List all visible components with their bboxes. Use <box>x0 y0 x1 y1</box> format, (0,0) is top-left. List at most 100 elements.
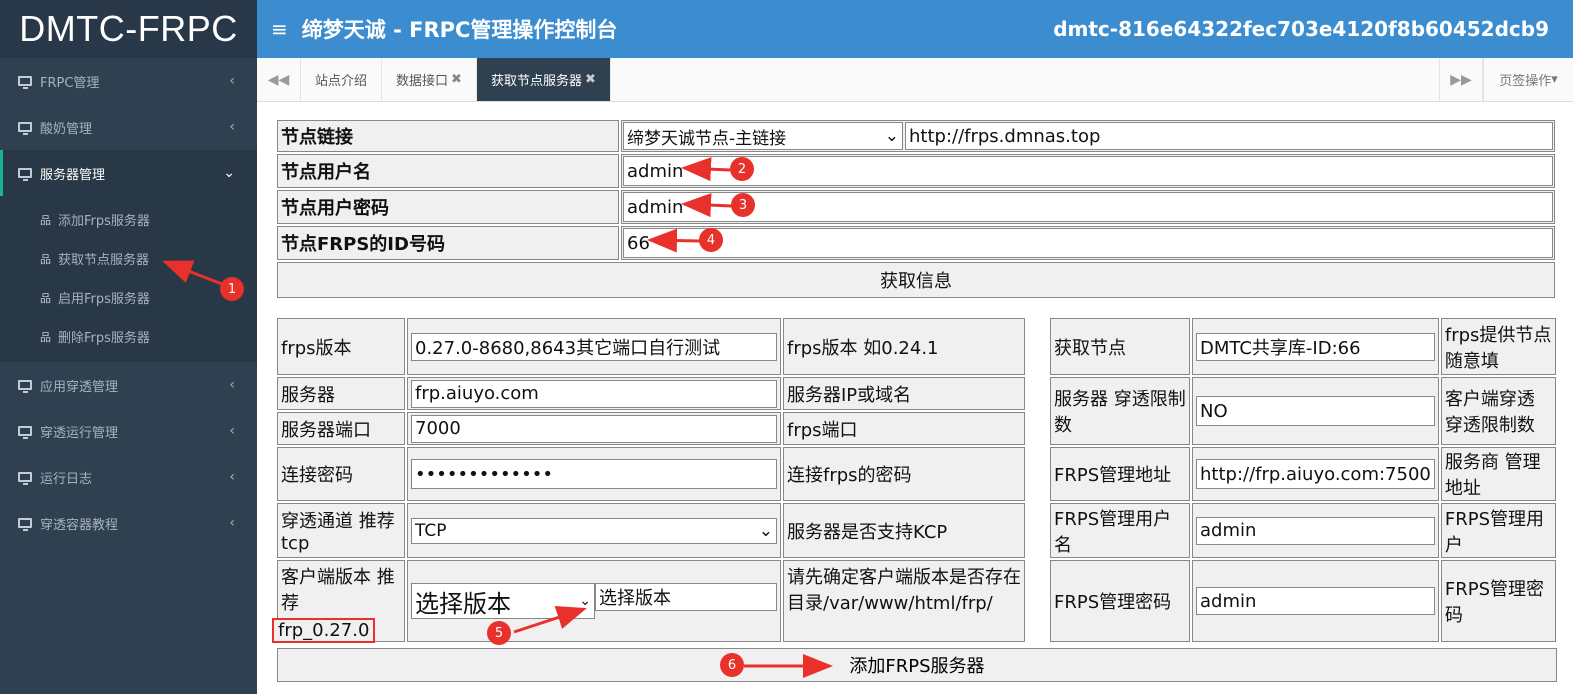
limit-input[interactable]: NO <box>1196 396 1435 426</box>
tab-operations-dropdown[interactable]: 页签操作 ▾ <box>1483 58 1573 101</box>
annotation-badge-6: 6 <box>720 653 744 677</box>
conn-pwd-label: 连接密码 <box>277 447 405 501</box>
tab-get-node-server[interactable]: 获取节点服务器 ✖ <box>476 58 611 101</box>
admin-url-label: FRPS管理地址 <box>1050 447 1190 501</box>
admin-user-input[interactable]: admin <box>1196 516 1435 545</box>
hamburger-menu-icon[interactable]: ≡ <box>271 17 288 41</box>
server-port-label: 服务器端口 <box>277 412 405 445</box>
admin-pwd-label: FRPS管理密码 <box>1050 560 1190 642</box>
fetch-info-button[interactable]: 获取信息 <box>277 262 1555 298</box>
chevron-left-icon: ‹ <box>229 423 235 439</box>
tab-scroll-right-icon[interactable]: ▶▶ <box>1439 58 1483 101</box>
monitor-icon <box>18 472 32 485</box>
node-pass-input[interactable]: admin <box>623 192 1553 222</box>
sidebar-item-label: 运行日志 <box>40 471 93 487</box>
node-fetch-input[interactable]: DMTC共享库-ID:66 <box>1196 332 1435 361</box>
proto-hint: 服务器是否支持KCP <box>783 503 1025 558</box>
monitor-icon <box>18 518 32 531</box>
chevron-left-icon: ‹ <box>229 515 235 531</box>
admin-pwd-input[interactable]: admin <box>1196 587 1435 615</box>
frps-version-hint: frps版本 如0.24.1 <box>783 318 1025 375</box>
node-fetch-label: 获取节点 <box>1050 318 1190 375</box>
host-id: dmtc-816e64322fec703e4120f8b60452dcb9 <box>1053 17 1549 41</box>
sidebar-subitem-enable-frps[interactable]: 品 启用Frps服务器 <box>0 278 257 317</box>
sidebar-item-yogurt[interactable]: 酸奶管理 ‹ <box>0 104 257 150</box>
sidebar-item-tunnel-run[interactable]: 穿透运行管理 ‹ <box>0 408 257 454</box>
sitemap-icon: 品 <box>40 330 51 344</box>
admin-pwd-hint: FRPS管理密码 <box>1440 560 1556 642</box>
add-frps-button[interactable]: 添加FRPS服务器 <box>277 648 1557 682</box>
sitemap-icon: 品 <box>40 291 51 305</box>
page-title: 缔梦天诚 - FRPC管理操作控制台 <box>301 18 618 42</box>
sidebar-item-label: 酸奶管理 <box>40 121 93 137</box>
annotation-badge-2: 2 <box>730 157 754 181</box>
sidebar-subitem-label: 删除Frps服务器 <box>58 331 150 346</box>
sidebar-subitem-label: 添加Frps服务器 <box>58 214 150 229</box>
server-port-input[interactable]: 7000 <box>411 414 777 443</box>
sidebar-item-container-tutorial[interactable]: 穿透容器教程 ‹ <box>0 500 257 546</box>
sidebar-item-server[interactable]: 服务器管理 ⌄ <box>0 150 257 196</box>
monitor-icon <box>18 76 32 89</box>
server-config-table: frps版本 0.27.0-8680,8643其它端口自行测试 frps版本 如… <box>272 316 1027 644</box>
sidebar-item-label: 应用穿透管理 <box>40 379 119 395</box>
server-hint: 服务器IP或域名 <box>783 377 1025 410</box>
sitemap-icon: 品 <box>40 213 51 227</box>
sitemap-icon: 品 <box>40 252 51 266</box>
admin-user-hint: FRPS管理用户 <box>1440 503 1556 558</box>
tab-bar: ◀◀ 站点介绍 数据接口 ✖ 获取节点服务器 ✖ ▶▶ 页签操作 ▾ <box>257 58 1573 102</box>
admin-url-hint: 服务商 管理地址 <box>1440 447 1556 501</box>
annotation-badge-1: 1 <box>220 277 244 301</box>
sidebar-subitem-label: 启用Frps服务器 <box>58 292 150 307</box>
proto-label: 穿透通道 推荐tcp <box>277 503 405 558</box>
server-label: 服务器 <box>277 377 405 410</box>
sidebar-subitem-add-frps[interactable]: 品 添加Frps服务器 <box>0 200 257 239</box>
proto-select[interactable]: TCP ⌄ <box>411 517 777 544</box>
client-version-recommend: frp_0.27.0 <box>272 618 376 643</box>
node-id-input[interactable]: 66 <box>623 228 1553 258</box>
sidebar-submenu: 品 添加Frps服务器 品 获取节点服务器 品 启用Frps服务器 品 删除Fr… <box>0 196 257 362</box>
node-user-label: 节点用户名 <box>277 154 619 188</box>
tab-label: 数据接口 <box>396 74 449 89</box>
admin-config-table: 获取节点 DMTC共享库-ID:66 frps提供节点 随意填 服务器 穿透限制… <box>1048 316 1558 644</box>
conn-pwd-input[interactable]: ••••••••••••• <box>411 459 777 489</box>
chevron-down-icon: ⌄ <box>884 126 899 146</box>
admin-url-input[interactable]: http://frp.aiuyo.com:7500 <box>1196 459 1435 489</box>
sidebar-subitem-get-node[interactable]: 品 获取节点服务器 <box>0 239 257 278</box>
annotation-badge-5: 5 <box>487 621 511 645</box>
tab-label: 获取节点服务器 <box>490 74 582 89</box>
node-link-select[interactable]: 缔梦天诚节点-主链接 ⌄ <box>623 122 903 150</box>
admin-user-label: FRPS管理用户名 <box>1050 503 1190 558</box>
client-version-select[interactable]: 选择版本 ⌄ <box>411 583 595 619</box>
close-icon[interactable]: ✖ <box>451 72 462 87</box>
annotation-badge-4: 4 <box>699 228 723 252</box>
node-link-label: 节点链接 <box>277 120 619 152</box>
chevron-down-icon: ⌄ <box>579 593 591 609</box>
sidebar-item-run-log[interactable]: 运行日志 ‹ <box>0 454 257 500</box>
node-link-url-input[interactable]: http://frps.dmnas.top <box>905 122 1553 150</box>
server-input[interactable]: frp.aiuyo.com <box>411 379 777 408</box>
sidebar-nav: FRPC管理 ‹ 酸奶管理 ‹ 服务器管理 ⌄ 品 添加Frps服务器 品 获取… <box>0 58 257 546</box>
tab-site-intro[interactable]: 站点介绍 <box>301 58 383 101</box>
node-id-label: 节点FRPS的ID号码 <box>277 226 619 260</box>
client-version-hint: 请先确定客户端版本是否存在 目录/var/www/html/frp/ <box>783 560 1025 642</box>
chevron-down-icon: ⌄ <box>758 520 773 541</box>
annotation-badge-3: 3 <box>731 193 755 217</box>
server-port-hint: frps端口 <box>783 412 1025 445</box>
sidebar: DMTC-FRPC FRPC管理 ‹ 酸奶管理 ‹ 服务器管理 ⌄ 品 添加Fr… <box>0 0 257 694</box>
client-version-input[interactable]: 选择版本 <box>595 583 777 611</box>
chevron-left-icon: ‹ <box>229 119 235 135</box>
limit-hint: 客户端穿透 穿透限制数 <box>1440 377 1556 445</box>
frps-version-input[interactable]: 0.27.0-8680,8643其它端口自行测试 <box>411 332 777 361</box>
close-icon[interactable]: ✖ <box>585 72 596 87</box>
sidebar-item-app-tunnel[interactable]: 应用穿透管理 ‹ <box>0 362 257 408</box>
sidebar-item-label: FRPC管理 <box>40 75 100 91</box>
tab-ops-label: 页签操作 <box>1499 74 1552 89</box>
tab-scroll-left-icon[interactable]: ◀◀ <box>257 58 301 101</box>
sidebar-item-frpc[interactable]: FRPC管理 ‹ <box>0 58 257 104</box>
chevron-left-icon: ‹ <box>229 469 235 485</box>
tab-data-api[interactable]: 数据接口 ✖ <box>382 58 477 101</box>
node-user-input[interactable]: admin <box>623 156 1553 186</box>
sidebar-subitem-delete-frps[interactable]: 品 删除Frps服务器 <box>0 317 257 356</box>
conn-pwd-hint: 连接frps的密码 <box>783 447 1025 501</box>
sidebar-subitem-label: 获取节点服务器 <box>58 253 150 268</box>
